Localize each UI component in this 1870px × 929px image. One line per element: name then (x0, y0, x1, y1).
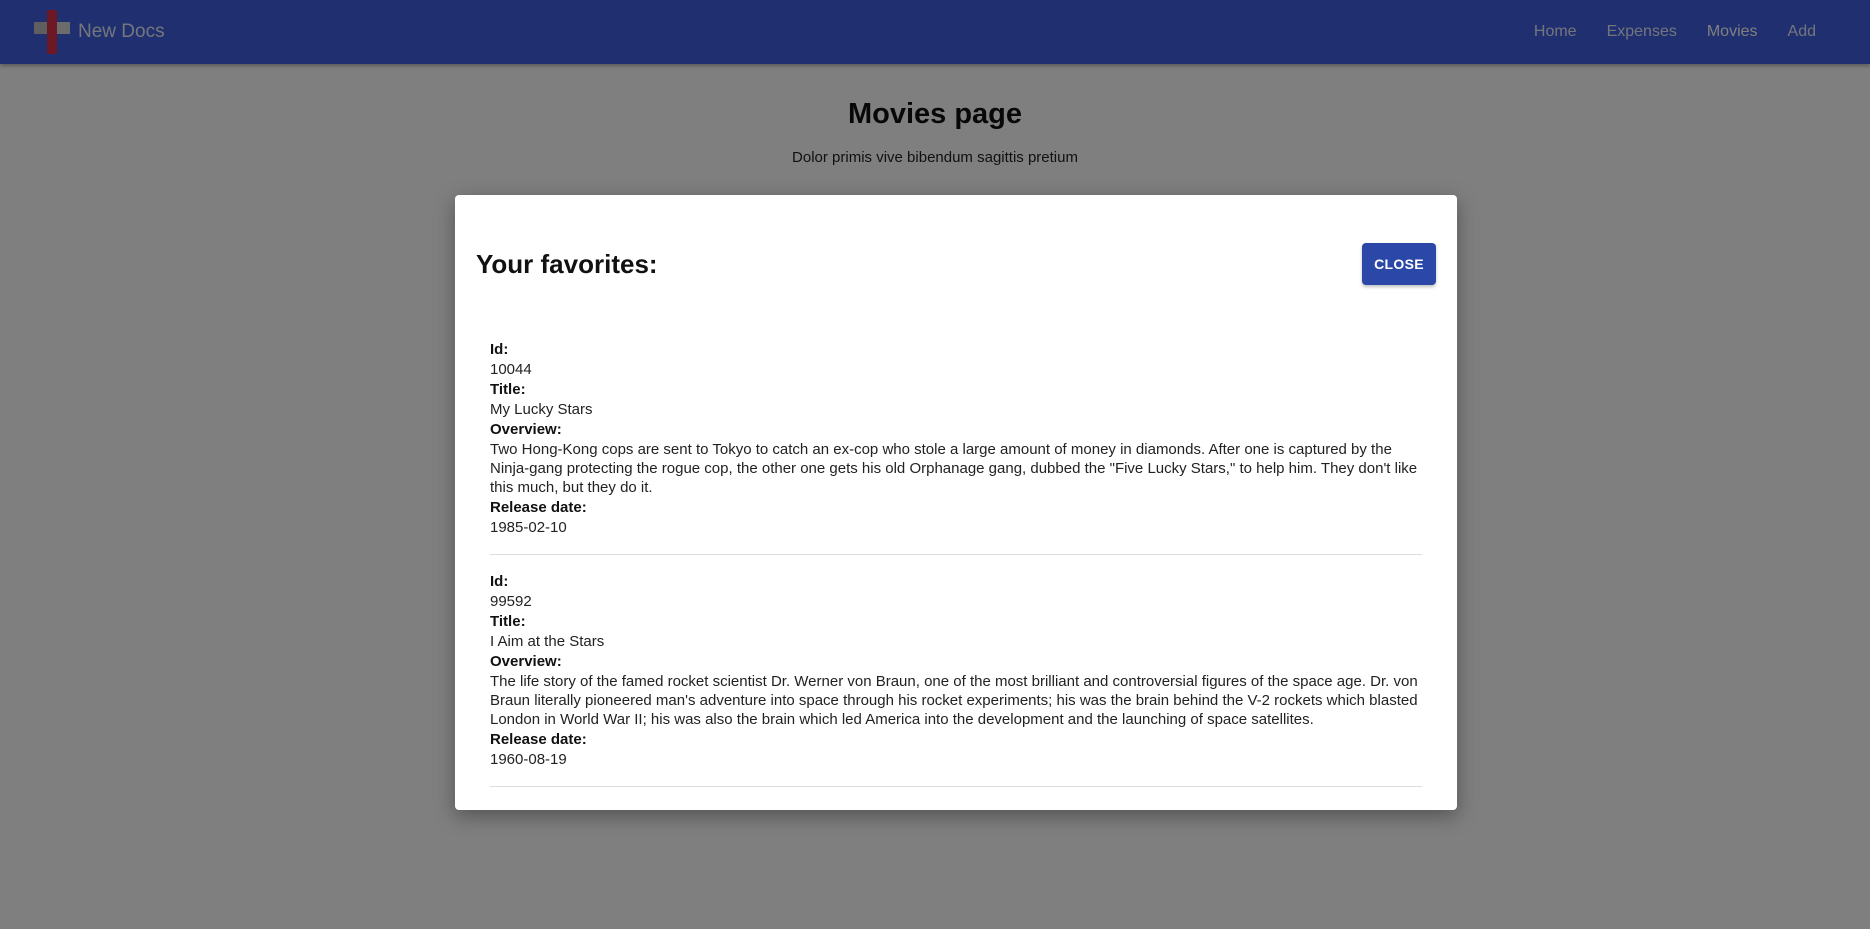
list-item: Id: 10044 Title: My Lucky Stars Overview… (490, 340, 1422, 555)
title-value: I Aim at the Stars (490, 633, 605, 650)
release-date-value: 1960-08-19 (490, 751, 567, 768)
id-value: 99592 (490, 593, 532, 610)
id-label: Id: (490, 341, 509, 358)
release-date-label: Release date: (490, 499, 587, 516)
dialog-title: Your favorites: (476, 248, 658, 279)
id-value: 10044 (490, 361, 532, 378)
overview-label: Overview: (490, 421, 562, 438)
overview-value: The life story of the famed rocket scien… (490, 673, 1418, 728)
release-date-label: Release date: (490, 731, 587, 748)
release-date-value: 1985-02-10 (490, 519, 567, 536)
close-button[interactable]: CLOSE (1362, 243, 1436, 285)
id-label: Id: (490, 573, 509, 590)
favorites-list: Id: 10044 Title: My Lucky Stars Overview… (455, 340, 1457, 787)
title-label: Title: (490, 381, 526, 398)
overview-value: Two Hong-Kong cops are sent to Tokyo to … (490, 441, 1418, 496)
title-label: Title: (490, 613, 526, 630)
favorites-dialog: Your favorites: CLOSE Id: 10044 Title: M… (455, 195, 1457, 810)
title-value: My Lucky Stars (490, 401, 593, 418)
dialog-header: Your favorites: CLOSE (455, 195, 1457, 285)
list-item: Id: 99592 Title: I Aim at the Stars Over… (490, 572, 1422, 787)
overview-label: Overview: (490, 653, 562, 670)
